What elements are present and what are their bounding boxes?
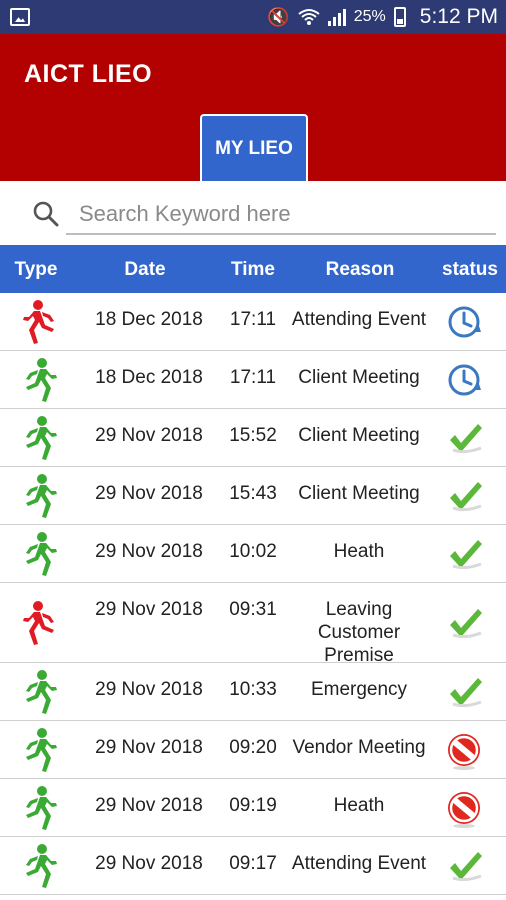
wifi-icon bbox=[298, 9, 320, 25]
checkmark-icon bbox=[441, 843, 487, 889]
table-row[interactable]: 29 Nov 2018 09:17 Attending Event bbox=[0, 837, 506, 895]
status-icons: 🔇 25% 5:12 PM bbox=[267, 4, 498, 30]
image-icon bbox=[10, 8, 30, 26]
row-date: 18 Dec 2018 bbox=[95, 367, 203, 388]
entry-runner-icon bbox=[20, 843, 66, 893]
search-bar bbox=[0, 181, 506, 245]
row-time: 17:11 bbox=[229, 367, 277, 388]
app-title: AICT LIEO bbox=[24, 60, 153, 88]
search-icon[interactable] bbox=[33, 201, 59, 227]
row-reason: Client Meeting bbox=[298, 483, 420, 504]
row-date: 29 Nov 2018 bbox=[95, 425, 203, 446]
row-time: 09:17 bbox=[229, 853, 277, 874]
row-reason: Client Meeting bbox=[298, 425, 420, 446]
row-date: 29 Nov 2018 bbox=[95, 737, 203, 758]
row-reason: Leaving Customer Premise bbox=[317, 599, 401, 666]
clock: 5:12 PM bbox=[419, 5, 498, 28]
tab-my-lieo[interactable]: MY LIEO bbox=[200, 114, 308, 182]
table-header: Type Date Time Reason status bbox=[0, 245, 506, 293]
table-row[interactable]: 18 Dec 2018 17:11 Attending Event bbox=[0, 293, 506, 351]
table-row[interactable]: 29 Nov 2018 09:31 Leaving Customer Premise bbox=[0, 583, 506, 666]
row-reason: Heath bbox=[333, 541, 385, 562]
column-header-date: Date bbox=[124, 259, 166, 280]
row-reason: Heath bbox=[333, 795, 385, 816]
signal-icon bbox=[327, 8, 346, 26]
entry-runner-icon bbox=[20, 727, 66, 777]
checkmark-icon bbox=[441, 415, 487, 461]
row-reason: Attending Event bbox=[291, 309, 427, 330]
row-date: 29 Nov 2018 bbox=[95, 853, 203, 874]
row-time: 09:19 bbox=[229, 795, 277, 816]
table-row[interactable]: 29 Nov 2018 10:33 Emergency bbox=[0, 663, 506, 721]
checkmark-icon bbox=[441, 600, 487, 646]
row-date: 29 Nov 2018 bbox=[95, 483, 203, 504]
table-body: 18 Dec 2018 17:11 Attending Event 18 Dec 20… bbox=[0, 293, 506, 895]
exit-runner-icon bbox=[20, 600, 66, 650]
row-reason: Vendor Meeting bbox=[292, 737, 426, 758]
tab-label: MY LIEO bbox=[215, 138, 293, 159]
row-reason: Client Meeting bbox=[298, 367, 420, 388]
entry-runner-icon bbox=[20, 473, 66, 523]
pending-clock-icon bbox=[441, 357, 487, 403]
table-row[interactable]: 29 Nov 2018 09:20 Vendor Meeting bbox=[0, 721, 506, 779]
column-header-type: Type bbox=[14, 259, 58, 280]
row-reason: Attending Event bbox=[291, 853, 427, 874]
checkmark-icon bbox=[441, 531, 487, 577]
app-bar: AICT LIEO MY LIEO bbox=[0, 34, 506, 182]
row-reason: Emergency bbox=[310, 679, 408, 700]
table-row[interactable]: 29 Nov 2018 09:19 Heath bbox=[0, 779, 506, 837]
row-date: 18 Dec 2018 bbox=[95, 309, 203, 330]
row-date: 29 Nov 2018 bbox=[95, 541, 203, 562]
entry-runner-icon bbox=[20, 785, 66, 835]
rejected-icon bbox=[441, 727, 487, 773]
checkmark-icon bbox=[441, 669, 487, 715]
search-input[interactable] bbox=[66, 195, 496, 235]
table-row[interactable]: 18 Dec 2018 17:11 Client Meeting bbox=[0, 351, 506, 409]
row-time: 17:11 bbox=[229, 309, 277, 330]
row-time: 09:20 bbox=[229, 737, 277, 758]
table-row[interactable]: 29 Nov 2018 15:43 Client Meeting bbox=[0, 467, 506, 525]
row-date: 29 Nov 2018 bbox=[95, 679, 203, 700]
checkmark-icon bbox=[441, 473, 487, 519]
entry-runner-icon bbox=[20, 531, 66, 581]
row-time: 10:02 bbox=[229, 541, 277, 562]
battery-percent: 25% bbox=[353, 8, 386, 25]
table-row[interactable]: 29 Nov 2018 15:52 Client Meeting bbox=[0, 409, 506, 467]
row-date: 29 Nov 2018 bbox=[95, 599, 203, 620]
entry-runner-icon bbox=[20, 357, 66, 407]
mute-icon: 🔇 bbox=[267, 7, 290, 27]
rejected-icon bbox=[441, 785, 487, 831]
pending-clock-icon bbox=[441, 299, 487, 345]
row-date: 29 Nov 2018 bbox=[95, 795, 203, 816]
table-row[interactable]: 29 Nov 2018 10:02 Heath bbox=[0, 525, 506, 583]
column-header-status: status bbox=[442, 259, 498, 280]
row-time: 10:33 bbox=[229, 679, 277, 700]
row-time: 15:43 bbox=[229, 483, 277, 504]
entry-runner-icon bbox=[20, 669, 66, 719]
row-time: 09:31 bbox=[229, 599, 277, 620]
row-time: 15:52 bbox=[229, 425, 277, 446]
exit-runner-icon bbox=[20, 299, 66, 349]
column-header-time: Time bbox=[230, 259, 275, 280]
status-bar: 🔇 25% 5:12 PM bbox=[0, 0, 506, 34]
battery-charging-icon bbox=[393, 7, 406, 27]
entry-runner-icon bbox=[20, 415, 66, 465]
column-header-reason: Reason bbox=[325, 259, 395, 280]
